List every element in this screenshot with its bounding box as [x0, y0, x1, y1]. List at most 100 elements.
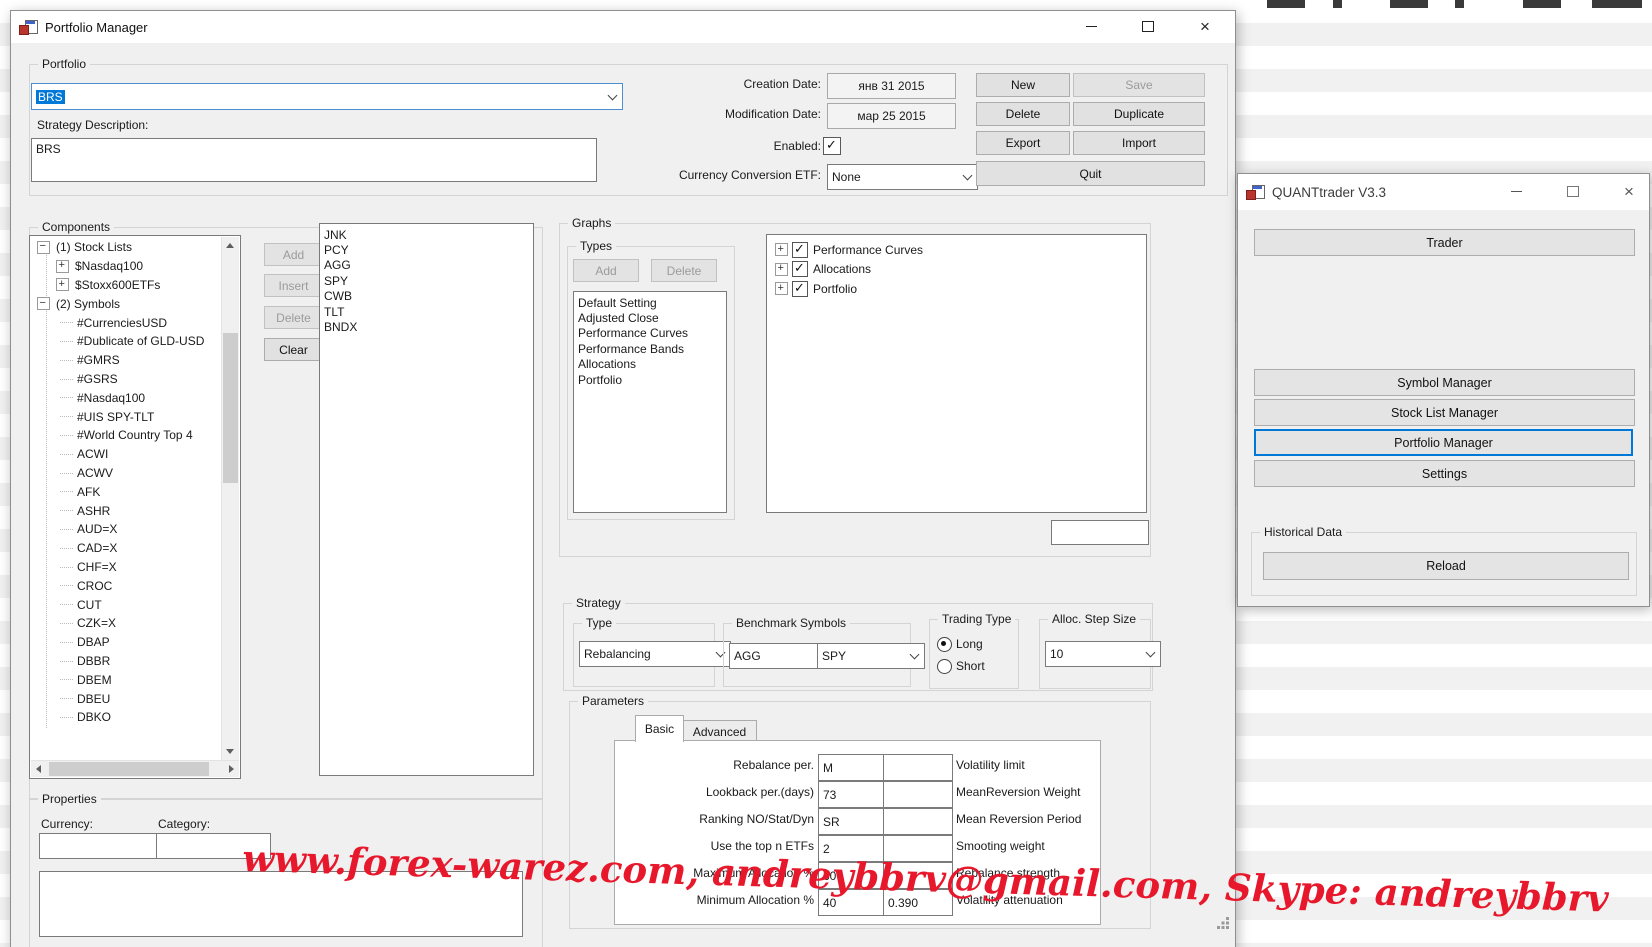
- close-button[interactable]: [1185, 11, 1225, 42]
- strategy-description-input[interactable]: BRS: [31, 138, 597, 182]
- reload-button[interactable]: Reload: [1263, 552, 1629, 580]
- duplicate-button[interactable]: Duplicate: [1073, 102, 1205, 126]
- tree-item[interactable]: AUD=X: [31, 520, 222, 539]
- tree-item[interactable]: DBAP: [31, 633, 222, 652]
- list-item[interactable]: Default Setting: [574, 295, 726, 310]
- quit-button[interactable]: Quit: [976, 161, 1205, 186]
- strategy-type-combobox[interactable]: Rebalancing: [579, 641, 731, 667]
- maximize-button[interactable]: [1553, 176, 1593, 207]
- scroll-right-icon[interactable]: [229, 765, 234, 773]
- check-tree-item[interactable]: Portfolio: [767, 279, 1146, 299]
- trader-button[interactable]: Trader: [1254, 229, 1635, 256]
- long-radio-button[interactable]: [937, 637, 952, 652]
- graphs-value-input[interactable]: [1051, 520, 1149, 545]
- list-item[interactable]: Portfolio: [574, 372, 726, 387]
- list-item[interactable]: Performance Curves: [574, 326, 726, 341]
- symbol-manager-button[interactable]: Symbol Manager: [1254, 369, 1635, 396]
- mean-reversion-period-input[interactable]: [883, 808, 953, 835]
- long-radio-label[interactable]: Long: [956, 637, 983, 651]
- checked-checkbox[interactable]: [792, 281, 808, 297]
- list-item[interactable]: TLT: [320, 304, 533, 319]
- short-radio-label[interactable]: Short: [956, 659, 985, 673]
- tree-item[interactable]: CROC: [31, 576, 222, 595]
- collapse-icon[interactable]: [37, 297, 50, 310]
- tree-hscroll-thumb[interactable]: [49, 762, 209, 776]
- tree-item[interactable]: CHF=X: [31, 558, 222, 577]
- save-button[interactable]: Save: [1073, 73, 1205, 97]
- tree-item[interactable]: DBEU: [31, 689, 222, 708]
- alloc-step-size-combobox[interactable]: 10: [1045, 641, 1161, 667]
- list-item[interactable]: Adjusted Close: [574, 310, 726, 325]
- settings-button[interactable]: Settings: [1254, 460, 1635, 487]
- scroll-up-icon[interactable]: [226, 243, 234, 248]
- list-item[interactable]: Allocations: [574, 357, 726, 372]
- currency-input[interactable]: [39, 833, 159, 859]
- list-item[interactable]: PCY: [320, 242, 533, 257]
- tree-vscroll-thumb[interactable]: [223, 333, 238, 483]
- tree-vertical-scrollbar[interactable]: [221, 237, 239, 760]
- tree-item[interactable]: (2) Symbols: [31, 294, 222, 313]
- tree-item[interactable]: DBKO: [31, 708, 222, 727]
- portfolio-name-combobox[interactable]: BRS: [31, 83, 623, 110]
- list-item[interactable]: BNDX: [320, 319, 533, 334]
- tree-item[interactable]: ACWV: [31, 464, 222, 483]
- expand-icon[interactable]: [775, 282, 788, 295]
- tree-item[interactable]: #World Country Top 4: [31, 426, 222, 445]
- tree-item[interactable]: DBEM: [31, 670, 222, 689]
- tree-item[interactable]: CAD=X: [31, 539, 222, 558]
- minimize-button[interactable]: [1496, 176, 1536, 207]
- tree-item[interactable]: #Dublicate of GLD-USD: [31, 332, 222, 351]
- expand-icon[interactable]: [56, 260, 69, 273]
- import-button[interactable]: Import: [1073, 131, 1205, 155]
- export-button[interactable]: Export: [976, 131, 1070, 155]
- scroll-left-icon[interactable]: [36, 765, 41, 773]
- tree-item[interactable]: #UIS SPY-TLT: [31, 407, 222, 426]
- tree-item[interactable]: #GMRS: [31, 351, 222, 370]
- tree-item[interactable]: $Stoxx600ETFs: [31, 276, 222, 295]
- collapse-icon[interactable]: [37, 241, 50, 254]
- tree-item[interactable]: DBBR: [31, 652, 222, 671]
- list-item[interactable]: Performance Bands: [574, 341, 726, 356]
- tab-basic[interactable]: Basic: [635, 715, 684, 742]
- components-insert-button[interactable]: Insert: [264, 274, 323, 297]
- check-tree-item[interactable]: Performance Curves: [767, 240, 1146, 260]
- components-clear-button[interactable]: Clear: [264, 338, 323, 361]
- scroll-down-icon[interactable]: [226, 749, 234, 754]
- tree-item[interactable]: CUT: [31, 595, 222, 614]
- tree-item[interactable]: #Nasdaq100: [31, 388, 222, 407]
- tree-item[interactable]: $Nasdaq100: [31, 257, 222, 276]
- components-delete-button[interactable]: Delete: [264, 306, 323, 329]
- benchmark-symbol2-combobox[interactable]: SPY: [817, 643, 925, 669]
- expand-icon[interactable]: [775, 243, 788, 256]
- meanreversion-weight-input[interactable]: [883, 781, 953, 808]
- list-item[interactable]: CWB: [320, 289, 533, 304]
- volatility-limit-input[interactable]: [883, 754, 953, 781]
- currency-conversion-etf-combobox[interactable]: None: [827, 164, 978, 190]
- enabled-checkbox[interactable]: [823, 137, 841, 155]
- close-button[interactable]: [1609, 176, 1649, 207]
- expand-icon[interactable]: [56, 278, 69, 291]
- tree-item[interactable]: #CurrenciesUSD: [31, 313, 222, 332]
- tree-item[interactable]: ACWI: [31, 445, 222, 464]
- maximize-button[interactable]: [1128, 11, 1168, 42]
- checked-checkbox[interactable]: [792, 242, 808, 258]
- short-radio-button[interactable]: [937, 659, 952, 674]
- list-item[interactable]: SPY: [320, 273, 533, 288]
- tree-item[interactable]: #GSRS: [31, 370, 222, 389]
- checked-checkbox[interactable]: [792, 261, 808, 277]
- tab-advanced[interactable]: Advanced: [682, 720, 757, 742]
- resize-grip[interactable]: [1217, 926, 1229, 938]
- expand-icon[interactable]: [775, 263, 788, 276]
- check-tree-item[interactable]: Allocations: [767, 260, 1146, 280]
- delete-button[interactable]: Delete: [976, 102, 1070, 126]
- tree-item[interactable]: (1) Stock Lists: [31, 238, 222, 257]
- lookback-period-input[interactable]: 73: [818, 781, 886, 808]
- list-item[interactable]: AGG: [320, 258, 533, 273]
- tree-item[interactable]: ASHR: [31, 501, 222, 520]
- new-button[interactable]: New: [976, 73, 1070, 97]
- components-add-button[interactable]: Add: [264, 243, 323, 266]
- portfolio-manager-button[interactable]: Portfolio Manager: [1254, 429, 1633, 456]
- tree-horizontal-scrollbar[interactable]: [31, 760, 239, 777]
- graph-types-delete-button[interactable]: Delete: [651, 259, 717, 282]
- graph-types-add-button[interactable]: Add: [573, 259, 639, 282]
